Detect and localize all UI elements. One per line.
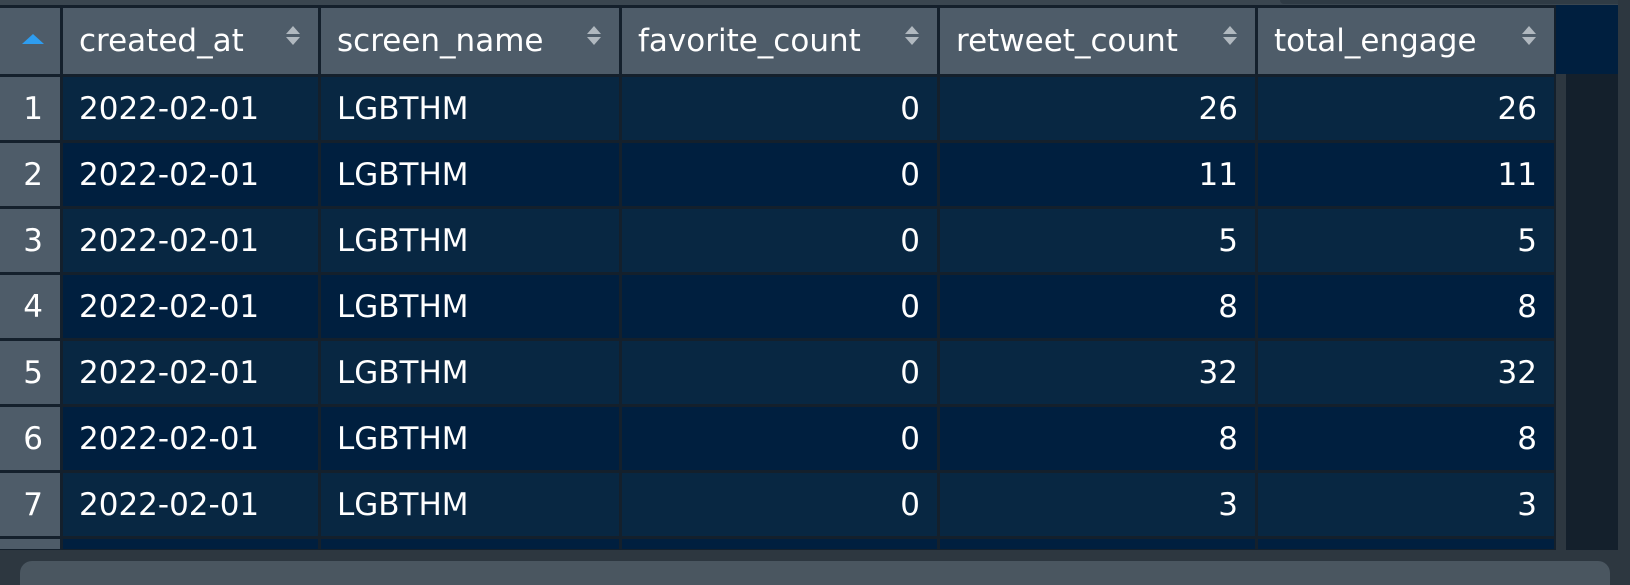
cell-screen-name: LGBTHM (321, 77, 619, 140)
column-label: total_engage (1274, 23, 1477, 59)
cell-favorite-count: 0 (622, 143, 937, 206)
cell-screen-name: LGBTHM (321, 143, 619, 206)
cell-created-at: 2022-02-01 (63, 77, 318, 140)
cell-total-engage: 26 (1258, 77, 1554, 140)
cell-favorite-count (622, 539, 937, 549)
sort-toggle-icon[interactable] (286, 22, 302, 48)
table-row: 7 2022-02-01 LGBTHM 0 3 3 (0, 473, 1554, 536)
cell-retweet-count: 5 (940, 209, 1255, 272)
row-number: 2 (0, 143, 60, 206)
cell-retweet-count: 26 (940, 77, 1255, 140)
cell-favorite-count: 0 (622, 341, 937, 404)
cell-total-engage: 5 (1258, 209, 1554, 272)
cell-favorite-count: 0 (622, 407, 937, 470)
vertical-scrollbar[interactable] (1556, 74, 1566, 550)
table-row: 4 2022-02-01 LGBTHM 0 8 8 (0, 275, 1554, 338)
row-number: 5 (0, 341, 60, 404)
row-number: 4 (0, 275, 60, 338)
data-table: created_at screen_name favorite_count re… (0, 5, 1557, 552)
sort-toggle-icon[interactable] (587, 22, 603, 48)
data-viewer: created_at screen_name favorite_count re… (0, 0, 1630, 585)
cell-screen-name: LGBTHM (321, 341, 619, 404)
column-header-total-engage[interactable]: total_engage (1258, 8, 1554, 74)
table-row: 6 2022-02-01 LGBTHM 0 8 8 (0, 407, 1554, 470)
column-label: screen_name (337, 23, 544, 59)
table-row-partial (0, 539, 1554, 549)
sort-toggle-icon[interactable] (905, 22, 921, 48)
table-row: 5 2022-02-01 LGBTHM 0 32 32 (0, 341, 1554, 404)
cell-screen-name (321, 539, 619, 549)
cell-retweet-count: 8 (940, 407, 1255, 470)
table-row: 3 2022-02-01 LGBTHM 0 5 5 (0, 209, 1554, 272)
column-label: favorite_count (638, 23, 861, 59)
sort-ascending-icon (22, 34, 44, 44)
row-number: 1 (0, 77, 60, 140)
cell-total-engage: 32 (1258, 341, 1554, 404)
column-label: retweet_count (956, 23, 1178, 59)
row-number: 7 (0, 473, 60, 536)
cell-favorite-count: 0 (622, 77, 937, 140)
column-header-favorite-count[interactable]: favorite_count (622, 8, 937, 74)
cell-favorite-count: 0 (622, 209, 937, 272)
row-number-header[interactable] (0, 8, 60, 74)
column-label: created_at (79, 23, 244, 59)
cell-favorite-count: 0 (622, 275, 937, 338)
cell-total-engage: 8 (1258, 275, 1554, 338)
cell-screen-name: LGBTHM (321, 275, 619, 338)
cell-retweet-count: 3 (940, 473, 1255, 536)
cell-screen-name: LGBTHM (321, 209, 619, 272)
table-row: 1 2022-02-01 LGBTHM 0 26 26 (0, 77, 1554, 140)
column-header-retweet-count[interactable]: retweet_count (940, 8, 1255, 74)
column-header-screen-name[interactable]: screen_name (321, 8, 619, 74)
cell-total-engage: 11 (1258, 143, 1554, 206)
cell-total-engage: 3 (1258, 473, 1554, 536)
right-gutter (1618, 0, 1630, 585)
sort-toggle-icon[interactable] (1522, 22, 1538, 48)
row-number: 3 (0, 209, 60, 272)
cell-created-at: 2022-02-01 (63, 473, 318, 536)
top-tab-edge (1280, 0, 1630, 4)
horizontal-scrollbar[interactable] (20, 561, 1610, 585)
cell-retweet-count (940, 539, 1255, 549)
header-scroll-corner (1556, 5, 1618, 74)
cell-retweet-count: 11 (940, 143, 1255, 206)
header-row: created_at screen_name favorite_count re… (0, 8, 1554, 74)
row-number: 6 (0, 407, 60, 470)
cell-created-at (63, 539, 318, 549)
table-row: 2 2022-02-01 LGBTHM 0 11 11 (0, 143, 1554, 206)
row-number (0, 539, 60, 549)
cell-total-engage (1258, 539, 1554, 549)
cell-screen-name: LGBTHM (321, 407, 619, 470)
cell-created-at: 2022-02-01 (63, 143, 318, 206)
cell-created-at: 2022-02-01 (63, 341, 318, 404)
cell-favorite-count: 0 (622, 473, 937, 536)
column-header-created-at[interactable]: created_at (63, 8, 318, 74)
table-body: 1 2022-02-01 LGBTHM 0 26 26 2 2022-02-01 LGBTHM 0… (0, 77, 1554, 549)
cell-retweet-count: 32 (940, 341, 1255, 404)
cell-created-at: 2022-02-01 (63, 209, 318, 272)
cell-total-engage: 8 (1258, 407, 1554, 470)
sort-toggle-icon[interactable] (1223, 22, 1239, 48)
cell-screen-name: LGBTHM (321, 473, 619, 536)
cell-created-at: 2022-02-01 (63, 407, 318, 470)
cell-created-at: 2022-02-01 (63, 275, 318, 338)
cell-retweet-count: 8 (940, 275, 1255, 338)
data-table-container: created_at screen_name favorite_count re… (0, 5, 1618, 573)
